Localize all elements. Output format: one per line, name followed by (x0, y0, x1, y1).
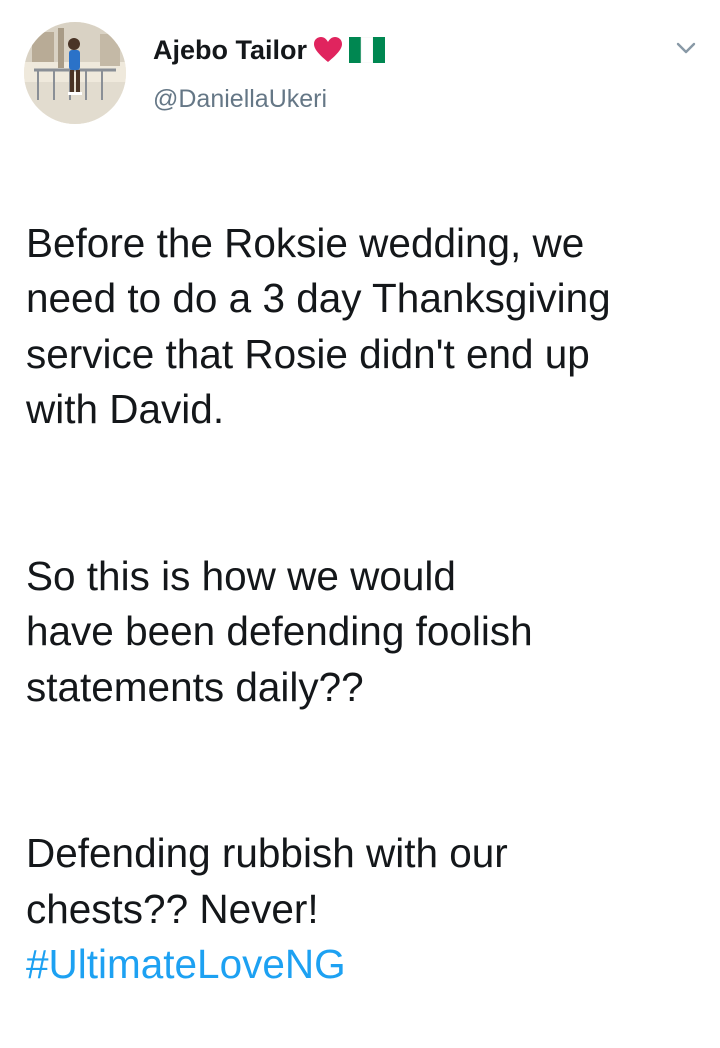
author-name-row[interactable]: Ajebo Tailor (153, 34, 386, 66)
chevron-down-icon[interactable] (672, 34, 700, 62)
red-heart-emoji (313, 36, 343, 64)
avatar[interactable] (24, 22, 126, 124)
tweet-paragraph-text: Defending rubbish with our chests?? Neve… (26, 830, 508, 932)
tweet-text: Before the Roksie wedding, we need to do… (26, 160, 706, 1048)
tweet-paragraph-text: So this is how we would have been defend… (26, 552, 533, 710)
tweet-paragraph: Defending rubbish with our chests?? Neve… (26, 826, 706, 993)
tweet-paragraph: Before the Roksie wedding, we need to do… (26, 219, 611, 433)
avatar-photo (24, 22, 126, 124)
user-handle[interactable]: @DaniellaUkeri (153, 84, 327, 114)
tweet-card: Ajebo Tailor @DaniellaUkeri Before the R… (0, 0, 720, 987)
nigeria-flag-emoji (349, 36, 386, 64)
display-name[interactable]: Ajebo Tailor (153, 34, 307, 66)
tweet-paragraph: So this is how we would have been defend… (26, 549, 706, 716)
hashtag-link[interactable]: #UltimateLoveNG (26, 941, 346, 987)
